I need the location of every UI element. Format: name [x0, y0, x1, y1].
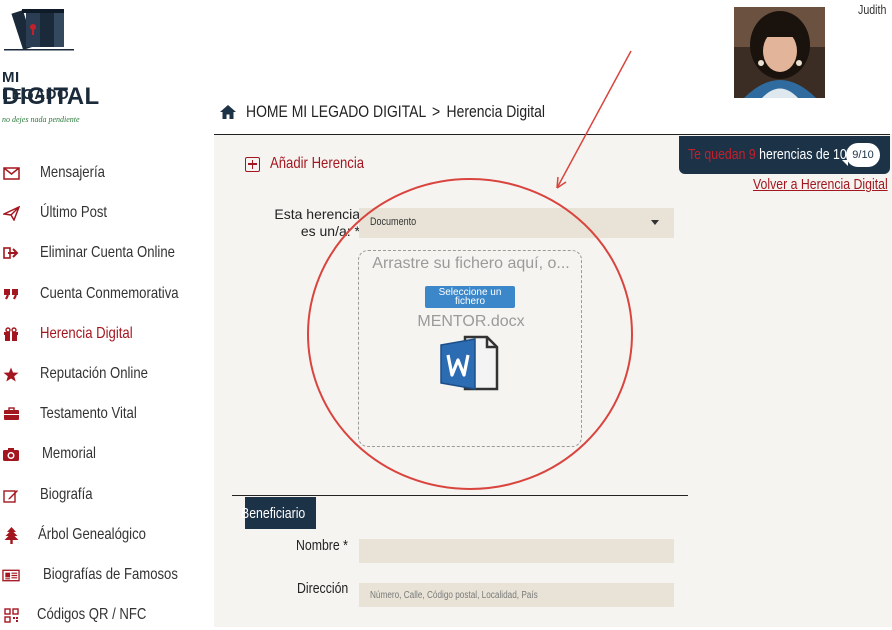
sidebar-item-label: Biografía: [40, 486, 93, 503]
gift-icon: [2, 325, 20, 343]
camera-icon: [2, 445, 20, 463]
herencia-type-select[interactable]: Documento: [359, 208, 674, 238]
sidebar-item-reputacion-online[interactable]: Reputación Online: [0, 359, 205, 389]
sidebar-item-cuenta-conmemorativa[interactable]: Cuenta Conmemorativa: [0, 279, 205, 309]
sidebar-item-mensajeria[interactable]: Mensajería: [0, 158, 205, 188]
section-divider: [232, 495, 688, 496]
header-divider: [214, 134, 890, 135]
sidebar-item-label: Eliminar Cuenta Online: [40, 244, 175, 261]
sidebar-item-label: Cuenta Conmemorativa: [40, 285, 179, 302]
address-placeholder: Número, Calle, Código postal, Localidad,…: [370, 590, 538, 601]
star-icon: [2, 365, 20, 383]
sidebar-item-arbol-genealogico[interactable]: Árbol Genealógico: [0, 520, 205, 550]
sidebar-item-label: Mensajería: [40, 164, 105, 181]
avatar[interactable]: [734, 7, 825, 98]
paper-plane-icon: [2, 204, 20, 222]
herencia-type-label: Esta herencia es un/a: *: [274, 206, 360, 239]
sidebar-item-label: Testamento Vital: [40, 405, 137, 422]
envelope-icon: [2, 164, 20, 182]
breadcrumb-home-link[interactable]: HOME MI LEGADO DIGITAL > Herencia Digita…: [246, 102, 545, 122]
sign-out-icon: [2, 244, 20, 262]
sidebar-item-label: Códigos QR / NFC: [37, 606, 147, 623]
sidebar-item-biografias-famosos[interactable]: Biografías de Famosos: [0, 560, 205, 590]
sidebar-item-testamento-vital[interactable]: Testamento Vital: [0, 399, 205, 429]
breadcrumb-current: Herencia Digital: [446, 102, 545, 121]
quota-text: Te quedan 9 herencias de 10.: [688, 146, 851, 163]
user-name[interactable]: Judith: [858, 2, 886, 17]
sidebar-item-ultimo-post[interactable]: Último Post: [0, 198, 205, 228]
tab-beneficiario[interactable]: Beneficiario: [241, 497, 316, 529]
breadcrumb-separator: >: [432, 102, 441, 121]
address-input[interactable]: Número, Calle, Código postal, Localidad,…: [359, 583, 674, 607]
plus-square-icon: [245, 156, 260, 172]
logo[interactable]: MI LEGADO DIGITAL no dejes nada pendient…: [0, 5, 99, 125]
sidebar-item-memorial[interactable]: Memorial: [0, 439, 205, 469]
uploaded-file-name: MENTOR.docx: [417, 313, 525, 330]
newspaper-icon: [2, 566, 20, 584]
chevron-down-icon: [651, 220, 659, 225]
select-file-button[interactable]: Seleccione un fichero: [425, 286, 515, 308]
back-to-herencia-link[interactable]: Volver a Herencia Digital: [753, 176, 888, 193]
add-herencia-label: Añadir Herencia: [270, 155, 365, 172]
add-herencia-button[interactable]: Añadir Herencia: [245, 155, 385, 173]
sidebar-item-label: Memorial: [42, 445, 96, 462]
sidebar-item-eliminar-cuenta[interactable]: Eliminar Cuenta Online: [0, 238, 205, 268]
name-label: Nombre *: [296, 537, 348, 554]
edit-icon: [2, 486, 20, 504]
home-icon[interactable]: [219, 104, 237, 120]
sidebar-item-label: Último Post: [40, 204, 108, 221]
logo-text-line2: DIGITAL: [2, 83, 100, 110]
quote-icon: [2, 285, 20, 303]
sidebar-item-herencia-digital[interactable]: Herencia Digital: [0, 319, 205, 349]
name-input[interactable]: [359, 539, 674, 563]
quota-badge: 9/10: [846, 143, 880, 167]
logo-tagline: no dejes nada pendiente: [2, 115, 80, 124]
sidebar-item-codigos-qr[interactable]: Códigos QR / NFC: [0, 600, 205, 630]
avatar-photo-icon: [734, 7, 825, 98]
address-label: Dirección: [297, 580, 349, 597]
sidebar-item-label: Biografías de Famosos: [43, 566, 178, 583]
dropzone-hint: Arrastre su fichero aquí, o...: [372, 255, 570, 272]
tree-icon: [2, 526, 20, 544]
qrcode-icon: [2, 606, 20, 624]
sidebar-item-biografia[interactable]: Biografía: [0, 480, 205, 510]
word-document-icon: [440, 335, 499, 391]
sidebar-item-label: Herencia Digital: [40, 325, 133, 342]
file-dropzone[interactable]: Arrastre su fichero aquí, o... Seleccion…: [358, 250, 582, 447]
breadcrumb: HOME MI LEGADO DIGITAL > Herencia Digita…: [219, 100, 611, 124]
briefcase-icon: [2, 405, 20, 423]
sidebar-item-label: Reputación Online: [40, 365, 148, 382]
herencia-type-value: Documento: [370, 216, 417, 228]
books-logo-icon: [4, 9, 74, 51]
sidebar-item-label: Árbol Genealógico: [38, 526, 146, 543]
